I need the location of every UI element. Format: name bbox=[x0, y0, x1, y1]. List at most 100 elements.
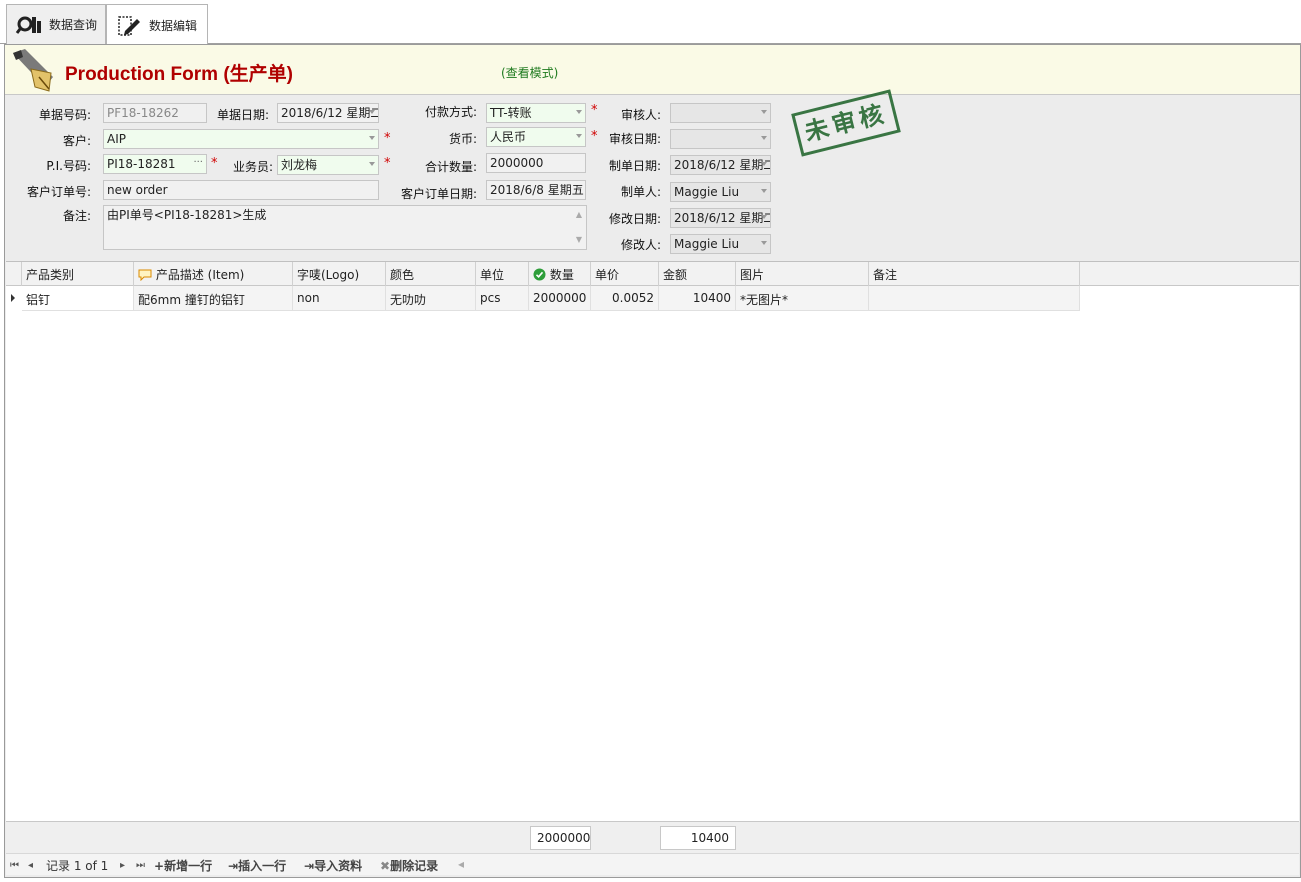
table-row[interactable]: 铝钉 配6mm 撞钉的铝钉 non 无叻叻 pcs 2000000 0.0052… bbox=[6, 286, 1086, 311]
pi-no-field[interactable]: PI18-18281 ··· bbox=[103, 154, 207, 174]
remark-label: 备注: bbox=[62, 209, 91, 223]
column-header[interactable]: 字唛(Logo) bbox=[293, 262, 386, 286]
tab-data-query[interactable]: 数据查询 bbox=[6, 4, 106, 44]
insert-row-icon: ⇥ bbox=[228, 859, 239, 873]
make-date-field[interactable]: 2018/6/12 星期二 bbox=[670, 155, 771, 175]
import-label: 导入资料 bbox=[314, 859, 363, 873]
chevron-down-icon[interactable] bbox=[761, 162, 767, 166]
column-header[interactable]: 图片 bbox=[736, 262, 869, 286]
column-header[interactable]: 颜色 bbox=[386, 262, 476, 286]
doc-date-label: 单据日期: bbox=[216, 108, 269, 122]
ellipsis-icon[interactable]: ··· bbox=[193, 156, 203, 170]
insert-row-button[interactable]: ⇥插入一行 bbox=[228, 857, 286, 874]
plus-icon: + bbox=[154, 859, 165, 873]
modify-date-value: 2018/6/12 星期二 bbox=[674, 211, 771, 225]
column-header-label: 产品类别 bbox=[26, 268, 75, 282]
table-cell[interactable]: 铝钉 bbox=[22, 286, 134, 311]
first-record-button[interactable]: ⏮ bbox=[10, 857, 19, 871]
column-header[interactable]: 备注 bbox=[869, 262, 1080, 286]
page-title: Production Form (生产单) bbox=[65, 64, 293, 85]
row-indicator-header bbox=[6, 262, 22, 286]
reviewer-field[interactable] bbox=[670, 103, 771, 123]
delete-record-button[interactable]: ✖删除记录 bbox=[380, 857, 438, 874]
scroll-up-icon[interactable]: ▲ bbox=[575, 208, 583, 222]
cust-order-no-label: 客户订单号: bbox=[26, 185, 91, 199]
modifier-field[interactable]: Maggie Liu bbox=[670, 234, 771, 254]
column-header[interactable]: 单位 bbox=[476, 262, 529, 286]
chevron-down-icon[interactable] bbox=[369, 110, 375, 114]
table-cell[interactable] bbox=[869, 286, 1080, 311]
doc-date-field[interactable]: 2018/6/12 星期二 bbox=[277, 103, 379, 123]
table-cell[interactable]: 10400 bbox=[659, 286, 736, 311]
next-record-button[interactable]: ▸ bbox=[120, 857, 125, 871]
delete-label: 删除记录 bbox=[390, 859, 439, 873]
customer-value: AIP bbox=[107, 132, 126, 146]
modify-date-field[interactable]: 2018/6/12 星期二 bbox=[670, 208, 771, 228]
modifier-value: Maggie Liu bbox=[674, 237, 740, 251]
next-icon: ▸ bbox=[120, 860, 126, 871]
pi-no-label: P.I.号码: bbox=[46, 159, 91, 173]
remark-value: 由PI单号<PI18-18281>生成 bbox=[107, 208, 267, 222]
customer-select[interactable]: AIP bbox=[103, 129, 379, 149]
edit-document-icon bbox=[115, 11, 143, 39]
column-header[interactable]: 产品类别 bbox=[22, 262, 134, 286]
table-cell[interactable]: 配6mm 撞钉的铝钉 bbox=[134, 286, 293, 311]
table-cell[interactable]: 2000000 bbox=[529, 286, 591, 311]
tab-label: 数据编辑 bbox=[149, 18, 198, 33]
required-mark: * bbox=[384, 131, 391, 146]
remark-field[interactable]: 由PI单号<PI18-18281>生成 ▲ ▼ bbox=[103, 205, 587, 250]
make-date-label: 制单日期: bbox=[608, 159, 661, 173]
tab-label: 数据查询 bbox=[49, 18, 98, 32]
column-header[interactable]: 单价 bbox=[591, 262, 659, 286]
required-mark: * bbox=[591, 129, 598, 144]
prev-record-button[interactable]: ◂ bbox=[28, 857, 33, 871]
maker-field[interactable]: Maggie Liu bbox=[670, 182, 771, 202]
required-mark: * bbox=[384, 156, 391, 171]
maker-value: Maggie Liu bbox=[674, 185, 740, 199]
cust-order-date-field[interactable]: 2018/6/8 星期五 bbox=[486, 180, 586, 200]
total-qty-field[interactable]: 2000000 bbox=[486, 153, 586, 173]
search-icon bbox=[15, 11, 43, 39]
payment-select[interactable]: TT-转账 bbox=[486, 103, 586, 123]
scroll-down-icon[interactable]: ▼ bbox=[575, 233, 583, 247]
column-header[interactable]: 数量 bbox=[529, 262, 591, 286]
doc-no-field[interactable]: PF18-18262 bbox=[103, 103, 207, 123]
cust-order-no-field[interactable]: new order bbox=[103, 180, 379, 200]
table-cell[interactable]: pcs bbox=[476, 286, 529, 311]
table-cell[interactable]: *无图片* bbox=[736, 286, 869, 311]
review-date-field[interactable] bbox=[670, 129, 771, 149]
column-header-label: 字唛(Logo) bbox=[297, 268, 360, 282]
table-cell[interactable]: 无叻叻 bbox=[386, 286, 476, 311]
currency-select[interactable]: 人民币 bbox=[486, 127, 586, 147]
tab-data-edit[interactable]: 数据编辑 bbox=[106, 4, 208, 45]
modifier-label: 修改人: bbox=[620, 238, 661, 252]
column-header-label: 颜色 bbox=[390, 268, 415, 282]
chevron-down-icon[interactable] bbox=[761, 215, 767, 219]
chevron-down-icon[interactable] bbox=[761, 110, 767, 114]
pi-no-value: PI18-18281 bbox=[107, 157, 176, 171]
column-header-label: 备注 bbox=[873, 268, 898, 282]
chevron-down-icon[interactable] bbox=[576, 134, 582, 138]
chevron-down-icon[interactable] bbox=[761, 189, 767, 193]
chevron-down-icon[interactable] bbox=[369, 162, 375, 166]
last-record-button[interactable]: ⏭ bbox=[136, 857, 145, 871]
chevron-down-icon[interactable] bbox=[369, 136, 375, 140]
import-button[interactable]: ⇥导入资料 bbox=[304, 857, 362, 874]
add-row-button[interactable]: +新增一行 bbox=[154, 857, 212, 874]
chevron-down-icon[interactable] bbox=[761, 241, 767, 245]
table-cell[interactable]: non bbox=[293, 286, 386, 311]
add-row-label: 新增一行 bbox=[164, 859, 213, 873]
chevron-down-icon[interactable] bbox=[761, 136, 767, 140]
column-header[interactable]: 产品描述 (Item) bbox=[134, 262, 293, 286]
amount-total: 10400 bbox=[660, 826, 736, 850]
column-header-label: 数量 bbox=[549, 268, 574, 282]
column-header-label: 产品描述 (Item) bbox=[155, 268, 245, 282]
currency-label: 货币: bbox=[448, 132, 477, 146]
chevron-down-icon[interactable] bbox=[576, 187, 582, 191]
grid-header: 产品类别 产品描述 (Item) 字唛(Logo) 颜色 单位 数量 单价 金额… bbox=[6, 262, 1299, 286]
chevron-down-icon[interactable] bbox=[576, 110, 582, 114]
column-header[interactable]: 金额 bbox=[659, 262, 736, 286]
table-cell[interactable]: 0.0052 bbox=[591, 286, 659, 311]
navigator-more-icon[interactable]: ◂ bbox=[458, 857, 464, 871]
salesman-select[interactable]: 刘龙梅 bbox=[277, 155, 379, 175]
